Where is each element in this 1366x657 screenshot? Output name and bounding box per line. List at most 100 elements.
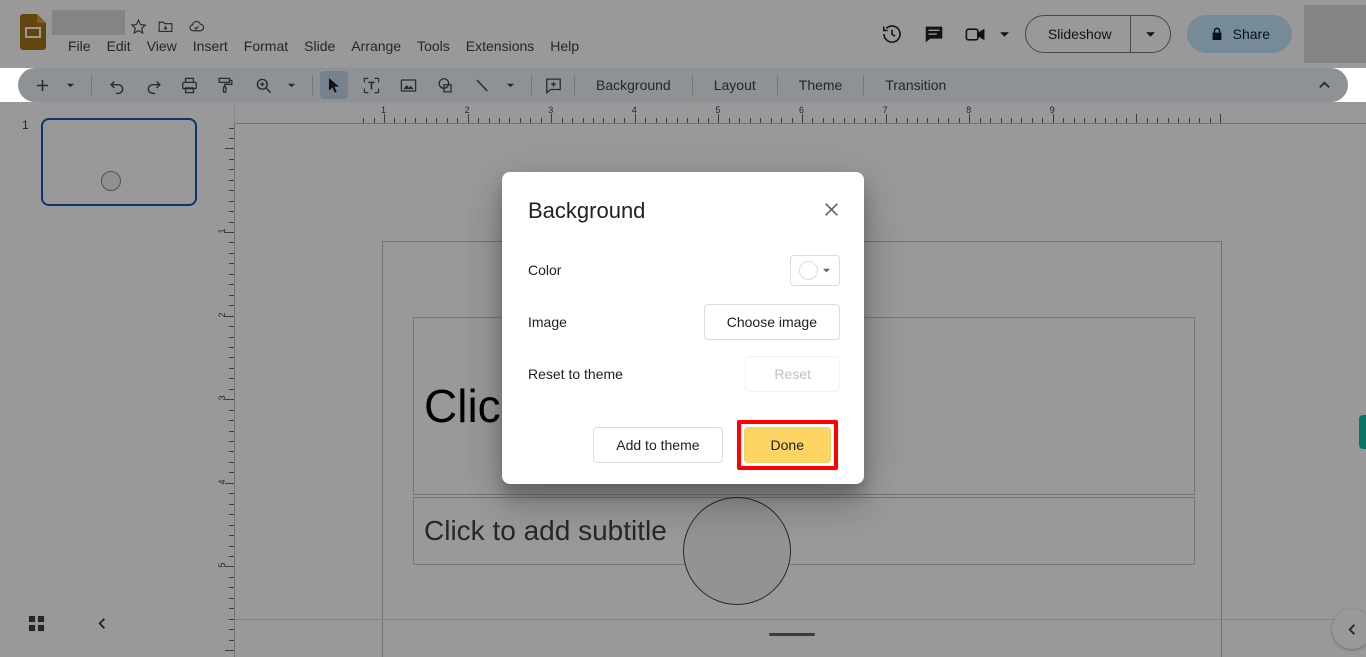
menu-item-file[interactable]: File <box>60 36 99 56</box>
avatar[interactable] <box>1304 5 1366 63</box>
dialog-title: Background <box>528 198 646 223</box>
cloud-saved-icon[interactable] <box>188 18 205 35</box>
close-icon[interactable] <box>818 196 844 222</box>
document-title-field[interactable] <box>52 10 125 35</box>
chevron-up-icon[interactable] <box>1310 71 1338 99</box>
zoom-icon[interactable] <box>249 71 277 99</box>
ruler-label-h: 9 <box>1049 105 1055 115</box>
done-button[interactable]: Done <box>743 427 831 463</box>
line-icon[interactable] <box>468 71 496 99</box>
toolbar-theme-button[interactable]: Theme <box>785 72 857 98</box>
ruler-label-h: 1 <box>381 105 387 115</box>
toolbar-divider <box>574 75 575 95</box>
ellipse-shape[interactable] <box>683 497 791 605</box>
drag-handle-icon[interactable] <box>769 633 815 636</box>
grid-view-icon[interactable] <box>18 605 54 641</box>
subtitle-placeholder-text: Click to add subtitle <box>424 515 667 546</box>
slide-thumbnail-1[interactable] <box>41 118 197 206</box>
menu-item-format[interactable]: Format <box>236 36 296 56</box>
paint-format-icon[interactable] <box>211 71 239 99</box>
toolbar-transition-button[interactable]: Transition <box>871 72 960 98</box>
thumbnail-ellipse-shape <box>101 171 121 191</box>
reset-to-theme-label: Reset to theme <box>528 366 623 382</box>
choose-image-button[interactable]: Choose image <box>703 304 840 340</box>
menu-item-slide[interactable]: Slide <box>296 36 343 56</box>
filmstrip-footer <box>0 605 235 641</box>
ruler-label-h: 4 <box>631 105 637 115</box>
chevron-left-icon[interactable] <box>84 605 120 641</box>
comment-icon[interactable] <box>914 14 954 54</box>
ruler-label-h: 8 <box>966 105 972 115</box>
subtitle-placeholder[interactable]: Click to add subtitle <box>413 497 1195 565</box>
move-to-folder-icon[interactable] <box>157 18 174 35</box>
background-color-swatch[interactable] <box>790 254 840 286</box>
menu-item-help[interactable]: Help <box>542 36 587 56</box>
insert-image-icon[interactable] <box>394 71 422 99</box>
menu-item-view[interactable]: View <box>139 36 185 56</box>
background-dialog[interactable]: Background Color Image Choose image Rese… <box>502 172 864 484</box>
video-camera-icon[interactable] <box>956 14 996 54</box>
menu-bar: File Edit View Insert Format Slide Arran… <box>60 36 587 56</box>
share-label: Share <box>1232 26 1270 42</box>
toolbar-background-button[interactable]: Background <box>582 72 685 98</box>
undo-icon[interactable] <box>103 71 131 99</box>
menu-item-insert[interactable]: Insert <box>185 36 236 56</box>
slideshow-label: Slideshow <box>1047 26 1112 42</box>
toolbar-divider <box>312 75 313 95</box>
slides-logo-icon <box>20 14 46 50</box>
toolbar-divider <box>691 75 693 95</box>
dialog-footer: Add to theme Done <box>502 420 864 470</box>
ruler-label-h: 3 <box>548 105 554 115</box>
share-button[interactable]: Share <box>1186 15 1292 53</box>
menu-item-arrange[interactable]: Arrange <box>343 36 409 56</box>
version-history-icon[interactable] <box>872 14 912 54</box>
toolbar-divider <box>776 75 778 95</box>
text-box-icon[interactable] <box>357 71 385 99</box>
dialog-row-color: Color <box>528 250 840 290</box>
plus-icon[interactable] <box>28 71 56 99</box>
horizontal-ruler[interactable]: 1 2 3 4 5 6 7 8 9 <box>235 105 1366 124</box>
color-preview <box>799 260 818 280</box>
print-icon[interactable] <box>175 71 203 99</box>
dialog-row-reset: Reset to theme Reset <box>528 354 840 394</box>
menu-item-tools[interactable]: Tools <box>409 36 458 56</box>
ruler-label-v: 3 <box>217 395 227 401</box>
meet-button-group[interactable] <box>956 14 1013 54</box>
chevron-down-icon[interactable] <box>996 29 1013 40</box>
redo-icon[interactable] <box>139 71 167 99</box>
color-label: Color <box>528 262 562 278</box>
main-toolbar: Background Layout Theme Transition <box>18 68 1348 102</box>
ruler-label-h: 6 <box>799 105 805 115</box>
reset-button: Reset <box>745 356 840 392</box>
menu-item-extensions[interactable]: Extensions <box>458 36 542 56</box>
dialog-row-image: Image Choose image <box>528 302 840 342</box>
shape-icon[interactable] <box>431 71 459 99</box>
toolbar-divider <box>531 75 532 95</box>
ruler-label-v: 5 <box>217 562 227 568</box>
expand-panel-button[interactable] <box>1332 609 1366 649</box>
menu-item-edit[interactable]: Edit <box>99 36 139 56</box>
add-to-theme-button[interactable]: Add to theme <box>593 427 723 463</box>
chevron-down-icon[interactable] <box>277 71 305 99</box>
app-header: File Edit View Insert Format Slide Arran… <box>0 0 1366 68</box>
add-comment-icon[interactable] <box>539 71 567 99</box>
star-icon[interactable] <box>130 18 147 35</box>
toolbar-divider <box>863 75 865 95</box>
ruler-label-v: 1 <box>217 228 227 234</box>
toolbar-layout-button[interactable]: Layout <box>700 72 770 98</box>
ruler-label-v: 4 <box>217 479 227 485</box>
chevron-down-icon[interactable] <box>56 71 84 99</box>
header-actions: Slideshow Share <box>872 5 1366 63</box>
slideshow-button[interactable]: Slideshow <box>1024 15 1171 53</box>
notes-divider <box>235 619 1366 620</box>
ruler-label-v: 2 <box>217 312 227 318</box>
vertical-ruler[interactable]: 1 2 3 4 5 <box>216 124 235 657</box>
toolbar-divider <box>91 75 92 95</box>
chevron-down-icon[interactable] <box>1131 16 1170 52</box>
slides-app: File Edit View Insert Format Slide Arran… <box>0 0 1366 657</box>
ruler-label-h: 7 <box>882 105 888 115</box>
slide-number: 1 <box>22 118 29 132</box>
chevron-down-icon[interactable] <box>496 71 524 99</box>
cursor-arrow-icon[interactable] <box>320 71 348 99</box>
ruler-label-h: 5 <box>715 105 721 115</box>
